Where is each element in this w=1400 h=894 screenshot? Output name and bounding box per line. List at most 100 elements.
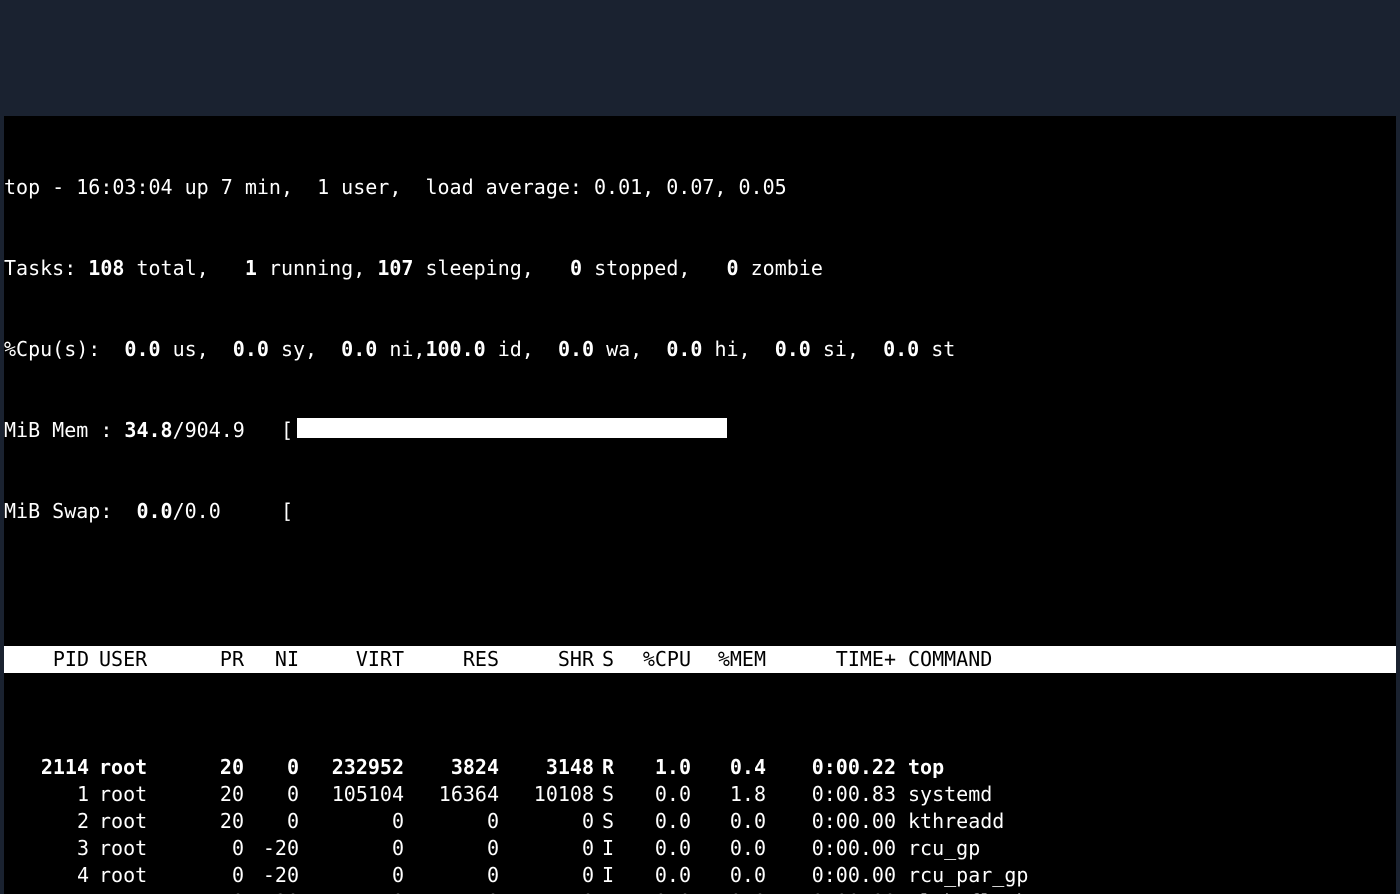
uptime-text: up 7 min, 1 user, load average: (173, 175, 594, 199)
cell-pr: 20 (194, 754, 244, 781)
cell-ni: -20 (244, 862, 299, 889)
col-res: RES (404, 646, 499, 673)
cell-ni: 0 (244, 808, 299, 835)
cpu-label: %Cpu(s): (4, 337, 124, 361)
cell-virt: 105104 (299, 781, 404, 808)
mem-label: MiB Mem : (4, 418, 124, 442)
top-prefix: top - (4, 175, 76, 199)
cell-pid: 5 (4, 889, 89, 894)
cell-pid: 2114 (4, 754, 89, 781)
cell-mem: 0.0 (691, 835, 766, 862)
cell-pr: 0 (194, 835, 244, 862)
col-ni: NI (244, 646, 299, 673)
tasks-total: 108 (88, 256, 124, 280)
cell-virt: 0 (299, 862, 404, 889)
cell-mem: 0.0 (691, 808, 766, 835)
cell-time: 0:00.00 (766, 808, 896, 835)
col-pr: PR (194, 646, 244, 673)
terminal-output[interactable]: top - 16:03:04 up 7 min, 1 user, load av… (4, 116, 1396, 894)
col-time: TIME+ (766, 646, 896, 673)
cell-pid: 2 (4, 808, 89, 835)
summary-line-1: top - 16:03:04 up 7 min, 1 user, load av… (4, 174, 1396, 201)
cell-virt: 0 (299, 835, 404, 862)
cell-user: root (89, 781, 194, 808)
cell-res: 3824 (404, 754, 499, 781)
cell-pr: 0 (194, 862, 244, 889)
cell-pr: 20 (194, 781, 244, 808)
mem-total: 904.9 (185, 418, 245, 442)
table-row: 3root0-20000I0.00.00:00.00rcu_gp (4, 835, 1396, 862)
cell-cmd: rcu_gp (896, 835, 1396, 862)
cell-cpu: 0.0 (616, 862, 691, 889)
cell-mem: 0.0 (691, 862, 766, 889)
cell-virt: 0 (299, 808, 404, 835)
cell-s: S (594, 808, 616, 835)
cpu-id: 100.0 (425, 337, 485, 361)
col-pid: PID (4, 646, 89, 673)
cpu-wa: 0.0 (558, 337, 594, 361)
cpu-sy: 0.0 (233, 337, 269, 361)
cell-res: 0 (404, 862, 499, 889)
cpu-ni: 0.0 (341, 337, 377, 361)
cpu-st: 0.0 (883, 337, 919, 361)
process-table-header: PIDUSERPRNIVIRTRESSHRS%CPU%MEMTIME+COMMA… (4, 646, 1396, 673)
cell-user: root (89, 754, 194, 781)
cell-pid: 4 (4, 862, 89, 889)
clock-time: 16:03:04 (76, 175, 172, 199)
tasks-stopped: 0 (570, 256, 582, 280)
cell-time: 0:00.00 (766, 889, 896, 894)
col-user: USER (89, 646, 194, 673)
cell-time: 0:00.22 (766, 754, 896, 781)
cell-s: S (594, 781, 616, 808)
cell-shr: 0 (499, 835, 594, 862)
cell-time: 0:00.00 (766, 862, 896, 889)
cell-ni: -20 (244, 889, 299, 894)
cell-mem: 1.8 (691, 781, 766, 808)
summary-line-tasks: Tasks: 108 total, 1 running, 107 sleepin… (4, 255, 1396, 282)
cell-user: root (89, 808, 194, 835)
cell-s: I (594, 835, 616, 862)
table-row: 2root200000S0.00.00:00.00kthreadd (4, 808, 1396, 835)
tasks-zombie: 0 (727, 256, 739, 280)
cell-cpu: 0.0 (616, 889, 691, 894)
cpu-us: 0.0 (124, 337, 160, 361)
cell-s: I (594, 862, 616, 889)
table-row: 5root0-20000I0.00.00:00.00slub_flushwq (4, 889, 1396, 894)
cell-ni: -20 (244, 835, 299, 862)
cell-shr: 0 (499, 889, 594, 894)
cell-res: 0 (404, 835, 499, 862)
cell-s: R (594, 754, 616, 781)
cell-shr: 10108 (499, 781, 594, 808)
cell-cmd: systemd (896, 781, 1396, 808)
summary-line-mem: MiB Mem : 34.8/904.9 [ (4, 417, 1396, 444)
tasks-label: Tasks: (4, 256, 88, 280)
cell-time: 0:00.00 (766, 835, 896, 862)
cell-time: 0:00.83 (766, 781, 896, 808)
cpu-hi: 0.0 (666, 337, 702, 361)
cell-cmd: kthreadd (896, 808, 1396, 835)
cell-cpu: 0.0 (616, 781, 691, 808)
cell-user: root (89, 889, 194, 894)
cell-res: 0 (404, 808, 499, 835)
cell-res: 0 (404, 889, 499, 894)
col-cmd: COMMAND (896, 646, 1396, 673)
col-mem: %MEM (691, 646, 766, 673)
swap-total: 0.0 (185, 499, 221, 523)
cell-ni: 0 (244, 781, 299, 808)
cell-pr: 20 (194, 808, 244, 835)
cell-s: I (594, 889, 616, 894)
cell-mem: 0.4 (691, 754, 766, 781)
process-table-body: 2114root20023295238243148R1.00.40:00.22t… (4, 754, 1396, 894)
table-row: 4root0-20000I0.00.00:00.00rcu_par_gp (4, 862, 1396, 889)
cell-virt: 232952 (299, 754, 404, 781)
cpu-si: 0.0 (775, 337, 811, 361)
cell-virt: 0 (299, 889, 404, 894)
tasks-running: 1 (245, 256, 257, 280)
tasks-sleeping: 107 (377, 256, 413, 280)
col-cpu: %CPU (616, 646, 691, 673)
col-virt: VIRT (299, 646, 404, 673)
cell-user: root (89, 862, 194, 889)
swap-used: 0.0 (136, 499, 172, 523)
cell-mem: 0.0 (691, 889, 766, 894)
cell-pid: 3 (4, 835, 89, 862)
